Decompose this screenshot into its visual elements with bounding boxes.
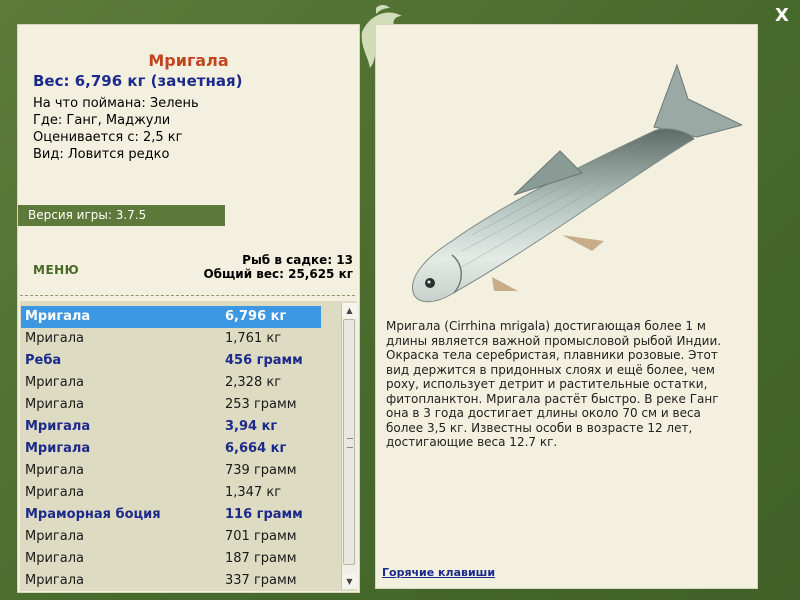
catch-fish-weight: 253 грамм: [225, 397, 297, 412]
catch-fish-name: Реба: [25, 353, 62, 368]
total-weight: Общий вес: 25,625 кг: [203, 267, 353, 281]
close-button[interactable]: X: [772, 6, 792, 26]
catch-fish-weight: 2,328 кг: [225, 375, 282, 390]
scrollbar-grip-icon: [347, 438, 353, 448]
fish-description: Мригала (Cirrhina mrigala) достигающая б…: [386, 319, 722, 449]
fish-info-panel: Мригала Вес: 6,796 кг (зачетная) На что …: [17, 24, 360, 593]
catch-fish-name: Мригала: [25, 551, 84, 566]
keepnet-stats: Рыб в садке: 13 Общий вес: 25,625 кг: [203, 253, 353, 281]
catch-fish-weight: 337 грамм: [225, 573, 297, 588]
catch-fish-name: Мригала: [25, 441, 91, 456]
catch-fish-name: Мригала: [25, 375, 84, 390]
catch-list-item[interactable]: Мригала 337 грамм: [21, 570, 321, 591]
catch-fish-name: Мригала: [25, 309, 91, 324]
fish-count: Рыб в садке: 13: [242, 253, 353, 267]
catch-list-item[interactable]: Мригала 1,761 кг: [21, 328, 321, 350]
catch-fish-weight: 3,94 кг: [225, 419, 278, 434]
catch-fish-weight: 739 грамм: [225, 463, 297, 478]
menu-button[interactable]: МЕНЮ: [33, 263, 79, 277]
close-icon[interactable]: X: [775, 5, 789, 26]
bait-info: На что поймана: Зелень: [33, 96, 199, 111]
catch-list-item[interactable]: Мригала 3,94 кг: [21, 416, 321, 438]
scrollbar[interactable]: ▲ ▼: [341, 303, 357, 589]
fish-weight: Вес: 6,796 кг (зачетная): [33, 72, 243, 90]
catch-list-item[interactable]: Мригала 187 грамм: [21, 548, 321, 570]
catch-fish-weight: 6,664 кг: [225, 441, 287, 456]
catch-fish-weight: 456 грамм: [225, 353, 303, 368]
catch-fish-weight: 1,347 кг: [225, 485, 282, 500]
catch-fish-name: Мригала: [25, 331, 84, 346]
catch-fish-name: Мригала: [25, 397, 84, 412]
fish-name-title: Мригала: [148, 51, 229, 70]
catch-list-item[interactable]: Мригала 1,347 кг: [21, 482, 321, 504]
hotkeys-link[interactable]: Горячие клавиши: [382, 566, 495, 579]
catch-list-item[interactable]: Мригала 253 грамм: [21, 394, 321, 416]
catch-fish-weight: 1,761 кг: [225, 331, 282, 346]
catch-list-item[interactable]: Мригала 2,328 кг: [21, 372, 321, 394]
catch-fish-name: Мригала: [25, 573, 84, 588]
fish-details: На что поймана: Зелень Где: Ганг, Маджул…: [33, 95, 199, 163]
location-info: Где: Ганг, Маджули: [33, 113, 171, 128]
catch-list[interactable]: Мригала 6,796 кг Мригала 1,761 кг Реба 456 гр…: [20, 301, 357, 591]
catch-fish-name: Мригала: [25, 463, 84, 478]
catch-list-item[interactable]: Мраморная боция 116 грамм: [21, 504, 321, 526]
fish-image: [412, 63, 742, 303]
divider: [20, 295, 355, 296]
fish-description-panel: Мригала (Cirrhina mrigala) достигающая б…: [375, 24, 758, 589]
catch-list-item[interactable]: Реба 456 грамм: [21, 350, 321, 372]
catch-list-item[interactable]: Мригала 739 грамм: [21, 460, 321, 482]
catch-fish-weight: 6,796 кг: [225, 309, 287, 324]
catch-fish-name: Мригала: [25, 529, 84, 544]
catch-fish-name: Мригала: [25, 485, 84, 500]
catch-fish-name: Мраморная боция: [25, 507, 161, 522]
catch-list-item[interactable]: Мригала 6,796 кг: [21, 306, 321, 328]
catch-fish-name: Мригала: [25, 419, 91, 434]
scrollbar-thumb[interactable]: [343, 319, 355, 565]
catch-fish-weight: 116 грамм: [225, 507, 303, 522]
version-bar: Версия игры: 3.7.5: [18, 205, 225, 226]
rating-info: Оценивается с: 2,5 кг: [33, 130, 183, 145]
scroll-down-arrow-icon[interactable]: ▼: [342, 574, 357, 589]
catch-fish-weight: 187 грамм: [225, 551, 297, 566]
catch-list-item[interactable]: Мригала 701 грамм: [21, 526, 321, 548]
scroll-up-arrow-icon[interactable]: ▲: [342, 303, 357, 318]
species-info: Вид: Ловится редко: [33, 147, 170, 162]
catch-fish-weight: 701 грамм: [225, 529, 297, 544]
catch-list-item[interactable]: Мригала 6,664 кг: [21, 438, 321, 460]
